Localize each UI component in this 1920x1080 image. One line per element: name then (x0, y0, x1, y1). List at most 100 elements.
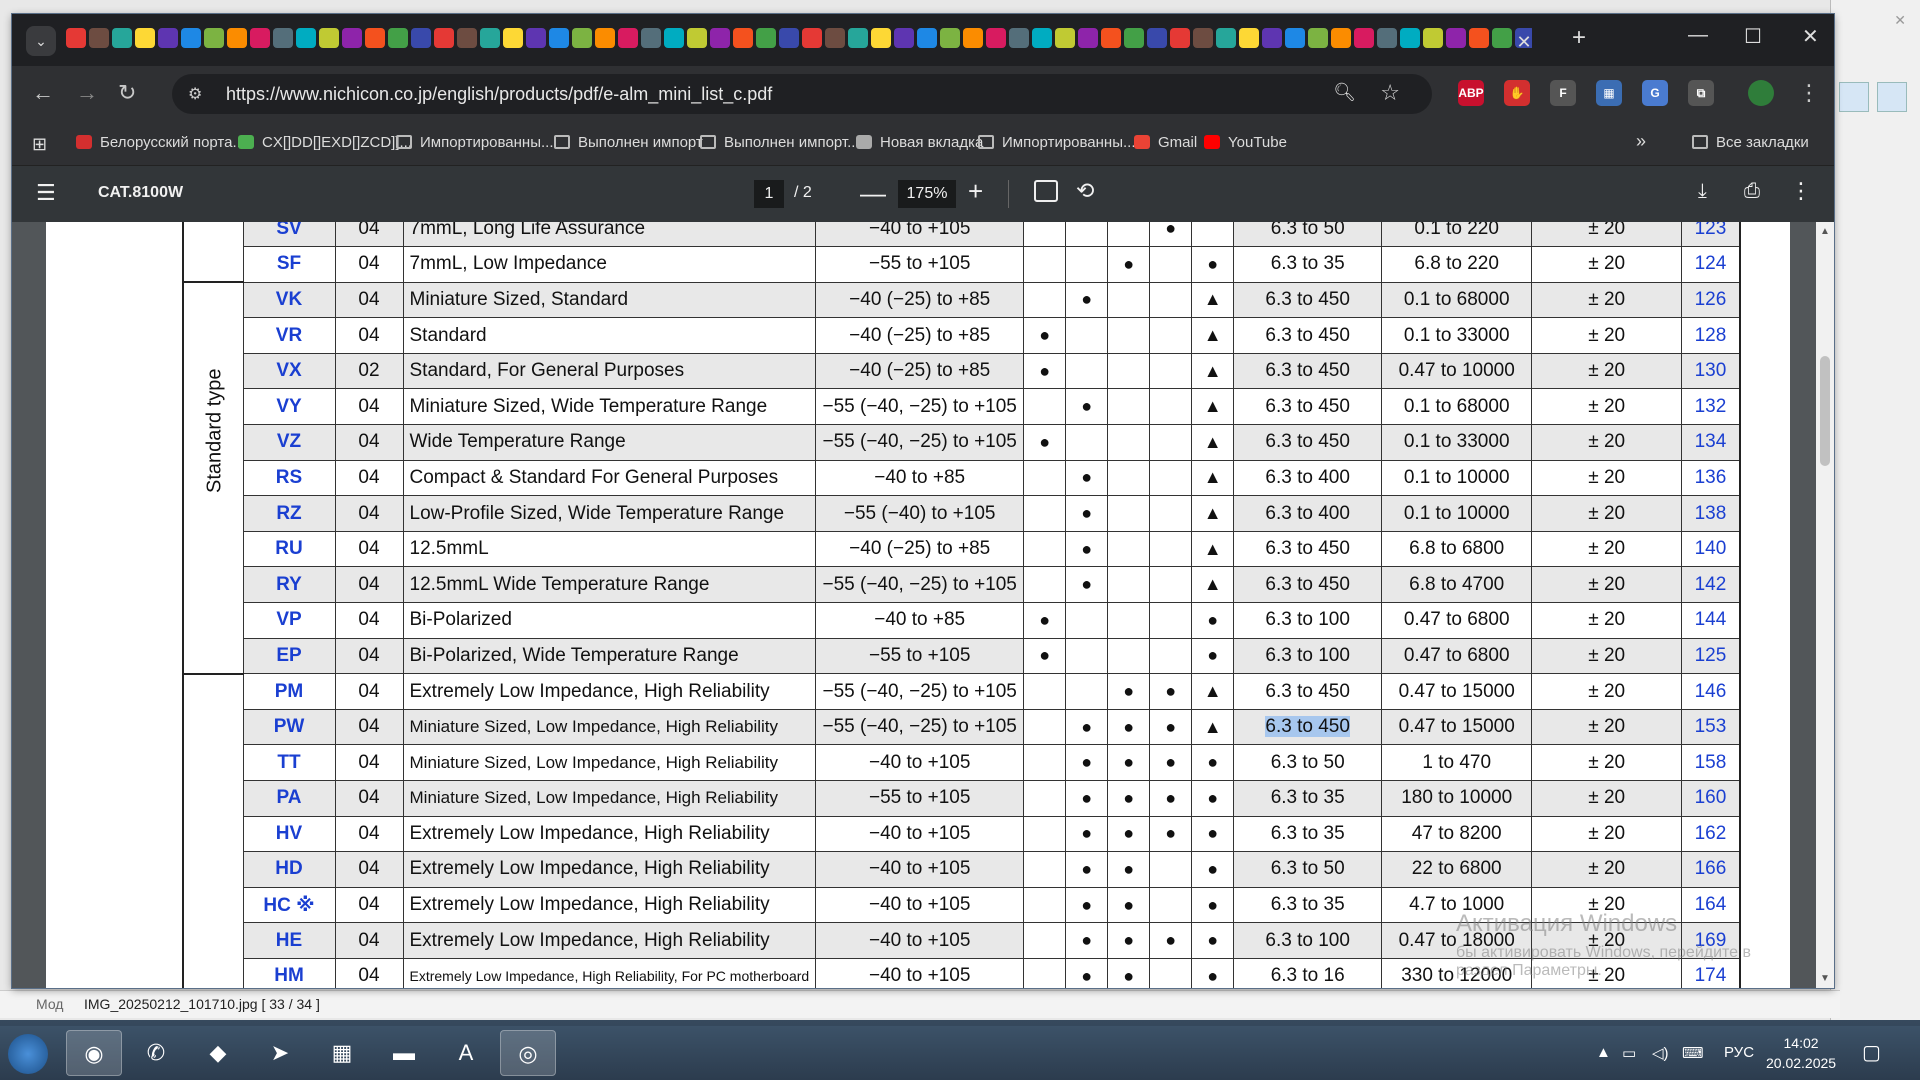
tab-favicon[interactable] (1032, 28, 1052, 48)
series-cell[interactable]: RU (242, 530, 336, 568)
tab-favicon[interactable] (687, 28, 707, 48)
tab-favicon[interactable] (457, 28, 477, 48)
tab-favicon[interactable] (986, 28, 1006, 48)
bm-cx[interactable]: CX[]DD[]EXD[]ZCD]]... (238, 134, 412, 151)
bm-belarus[interactable]: Белорусский порта... (76, 134, 245, 151)
language-indicator[interactable]: РУС (1724, 1044, 1754, 1061)
page-link[interactable]: 140 (1681, 530, 1741, 568)
series-cell[interactable]: HD (242, 851, 336, 888)
page-number-input[interactable]: 1 (754, 180, 784, 208)
selected-text[interactable]: 6.3 to 450 (1265, 716, 1350, 738)
tab-favicon[interactable] (112, 28, 132, 48)
series-cell[interactable]: PM (242, 673, 336, 710)
translate-icon[interactable]: G (1642, 80, 1668, 106)
page-link[interactable]: 153 (1681, 708, 1741, 746)
pdf-more-icon[interactable]: ⋮ (1790, 178, 1812, 204)
series-cell[interactable]: HV (242, 815, 336, 853)
tab-favicon[interactable] (917, 28, 937, 48)
back-icon[interactable]: ← (32, 80, 54, 106)
acrobat-taskbar-icon[interactable]: A (438, 1030, 494, 1076)
page-link[interactable]: 136 (1681, 459, 1741, 497)
tab-favicon[interactable] (388, 28, 408, 48)
tab-favicon[interactable] (365, 28, 385, 48)
series-cell[interactable]: VY (242, 388, 336, 426)
page-link[interactable]: 123 (1681, 222, 1741, 248)
page-link[interactable]: 144 (1681, 602, 1741, 639)
profile-avatar[interactable] (1748, 80, 1774, 106)
tab-favicon[interactable] (1239, 28, 1259, 48)
page-link[interactable]: 146 (1681, 673, 1741, 710)
series-cell[interactable]: RZ (242, 495, 336, 532)
chart-ext-icon[interactable]: ▦ (1596, 80, 1622, 106)
volume-icon[interactable]: ◁) (1652, 1044, 1669, 1062)
tab-favicon[interactable] (480, 28, 500, 48)
series-cell[interactable]: HC ※ (242, 886, 336, 924)
tab-favicon[interactable] (1170, 28, 1190, 48)
print-icon[interactable]: ⎙ (1744, 180, 1760, 203)
tab-favicon[interactable] (802, 28, 822, 48)
scrollbar-thumb[interactable] (1820, 356, 1830, 466)
tab-favicon[interactable] (1193, 28, 1213, 48)
series-cell[interactable]: SF (242, 246, 336, 283)
series-cell[interactable]: VP (242, 602, 336, 639)
page-link[interactable]: 160 (1681, 780, 1741, 817)
fit-screen-icon[interactable] (1877, 82, 1907, 112)
page-link[interactable]: 162 (1681, 815, 1741, 853)
scroll-down-icon[interactable]: ▼ (1820, 973, 1830, 984)
page-link[interactable]: 134 (1681, 424, 1741, 461)
tab-favicon[interactable] (1262, 28, 1282, 48)
series-cell[interactable]: VZ (242, 424, 336, 461)
chrome-taskbar-icon[interactable]: ◉ (66, 1030, 122, 1076)
bm-imported-2[interactable]: Импортированны... (978, 134, 1136, 151)
tab-favicon[interactable] (1285, 28, 1305, 48)
zoom-out-button[interactable]: — (860, 178, 886, 209)
series-cell[interactable]: VK (242, 281, 336, 319)
tab-favicon[interactable] (641, 28, 661, 48)
maximize-button[interactable]: ☐ (1744, 24, 1762, 49)
tab-favicon[interactable] (1423, 28, 1443, 48)
viber-taskbar-icon[interactable]: ✆ (128, 1030, 184, 1076)
page-link[interactable]: 125 (1681, 637, 1741, 675)
tab-favicon[interactable] (135, 28, 155, 48)
adblock-icon[interactable]: ABP (1458, 80, 1484, 106)
tab-favicon[interactable] (779, 28, 799, 48)
pdf-viewport[interactable]: SV 04 7mmL, Long Life Assurance −40 to +105… (12, 222, 1834, 988)
bm-youtube[interactable]: YouTube (1204, 134, 1287, 151)
reload-icon[interactable]: ↻ (118, 80, 136, 106)
new-tab-button[interactable]: + (1572, 24, 1586, 52)
tab-favicon[interactable] (664, 28, 684, 48)
tab-favicon[interactable] (1446, 28, 1466, 48)
tab-favicon[interactable] (1055, 28, 1075, 48)
series-cell[interactable]: RY (242, 566, 336, 604)
close-icon[interactable]: ✕ (1894, 12, 1906, 29)
tab-favicon[interactable] (1354, 28, 1374, 48)
tab-favicon[interactable] (572, 28, 592, 48)
series-cell[interactable]: PW (242, 708, 336, 746)
tab-favicon[interactable] (526, 28, 546, 48)
tab-favicon[interactable] (1469, 28, 1489, 48)
tab-favicon[interactable] (1377, 28, 1397, 48)
network-icon[interactable]: ▭ (1622, 1044, 1636, 1062)
tab-favicon[interactable] (710, 28, 730, 48)
apps-grid-icon[interactable]: ⊞ (32, 134, 47, 155)
bm-done-import[interactable]: Выполнен импорт (554, 134, 703, 151)
tab-favicon[interactable] (733, 28, 753, 48)
calculator-taskbar-icon[interactable]: ▦ (314, 1030, 370, 1076)
tab-favicon[interactable] (342, 28, 362, 48)
site-info-icon[interactable]: ⚙ (188, 84, 202, 104)
page-link[interactable]: 158 (1681, 744, 1741, 781)
series-cell[interactable]: VR (242, 317, 336, 354)
viewer-tool-icon[interactable] (1839, 82, 1869, 112)
page-link[interactable]: 126 (1681, 281, 1741, 319)
tab-favicon[interactable] (296, 28, 316, 48)
series-cell[interactable]: EP (242, 637, 336, 675)
close-window-button[interactable]: ✕ (1802, 24, 1819, 49)
tab-favicon[interactable] (1216, 28, 1236, 48)
tab-favicon[interactable] (204, 28, 224, 48)
tab-favicon[interactable] (181, 28, 201, 48)
zoom-in-button[interactable]: + (968, 176, 983, 207)
tab-favicon[interactable] (1308, 28, 1328, 48)
tab-favicon[interactable] (89, 28, 109, 48)
tab-favicon[interactable] (1101, 28, 1121, 48)
tab-favicon[interactable] (158, 28, 178, 48)
